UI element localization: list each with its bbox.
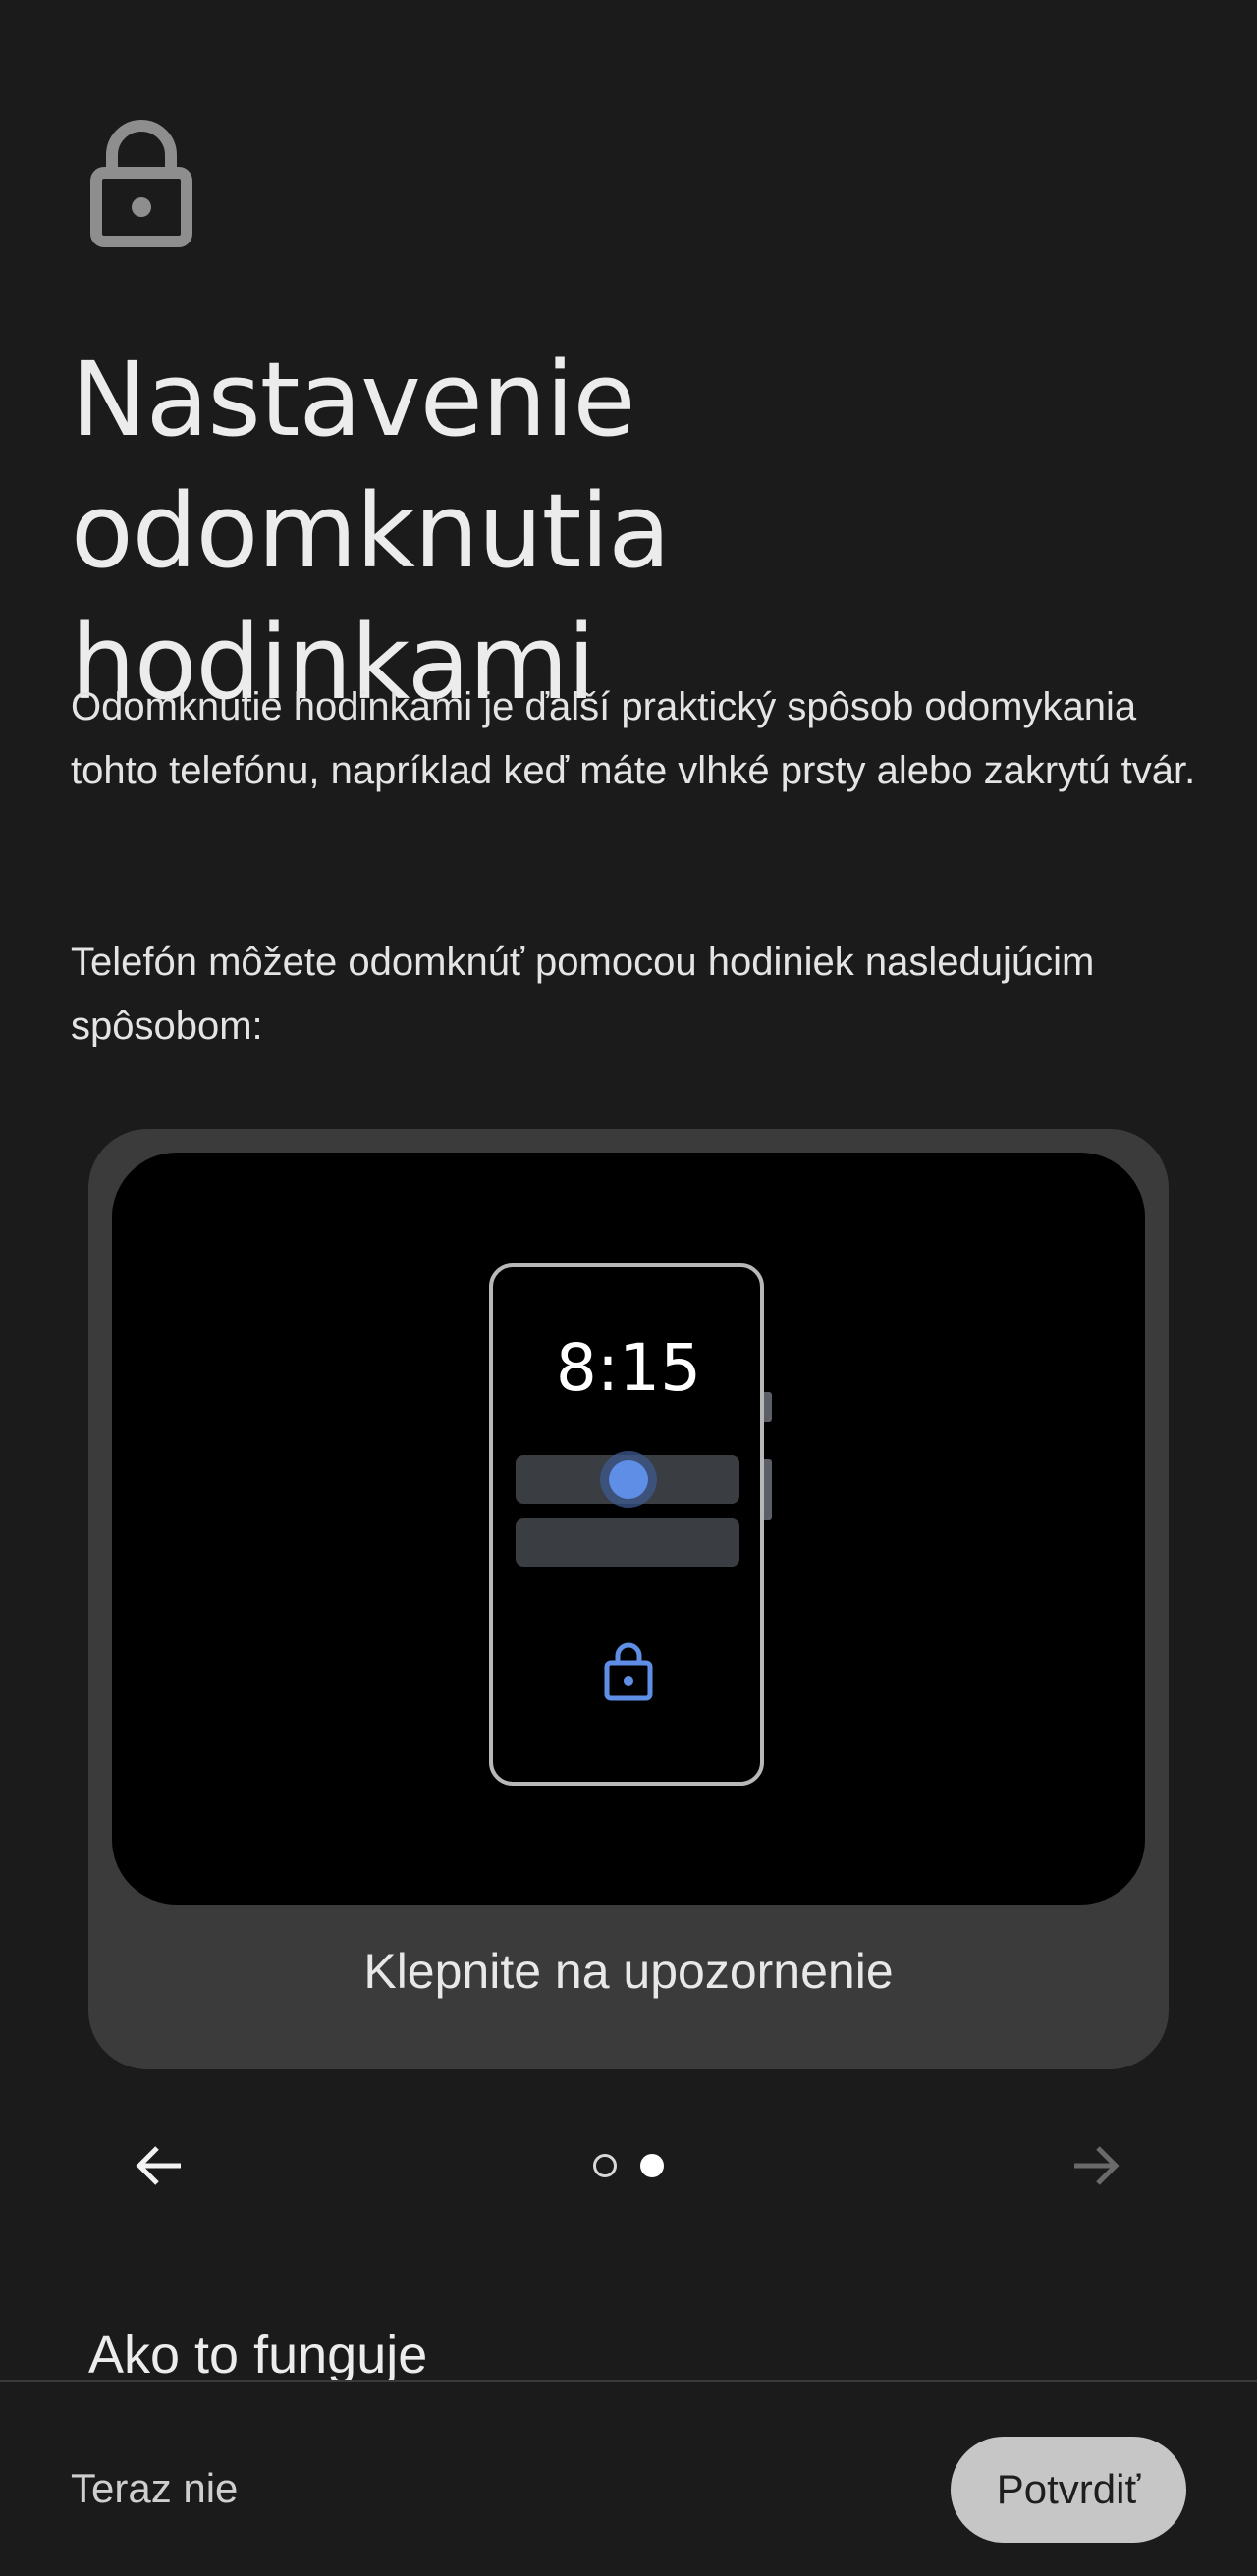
page-title: Nastavenie odomknutia hodinkami bbox=[71, 334, 1190, 728]
instructions-paragraph: Telefón môžete odomknúť pomocou hodiniek… bbox=[71, 940, 1095, 1047]
arrow-right-icon[interactable] bbox=[1068, 2138, 1123, 2193]
notification-bar bbox=[516, 1518, 739, 1567]
confirm-button[interactable]: Potvrdiť bbox=[951, 2437, 1186, 2543]
page-dot-1[interactable] bbox=[593, 2154, 617, 2177]
phone-clock: 8:15 bbox=[556, 1330, 701, 1406]
title-line-1: Nastavenie bbox=[71, 340, 636, 459]
illustration-caption: Klepnite na upozornenie bbox=[363, 1944, 894, 1999]
illustration-screen: 8:15 bbox=[112, 1153, 1145, 1905]
skip-button[interactable]: Teraz nie bbox=[71, 2464, 238, 2513]
page-dot-2[interactable] bbox=[640, 2154, 664, 2177]
arrow-left-icon[interactable] bbox=[132, 2138, 187, 2193]
lock-icon bbox=[90, 120, 192, 247]
phone-illustration: 8:15 bbox=[489, 1263, 772, 1786]
tap-indicator bbox=[609, 1460, 648, 1499]
carousel-pager bbox=[0, 2130, 1257, 2199]
illustration-card: 8:15 Klepnite na upozornenie bbox=[88, 1129, 1169, 2069]
description-paragraph: Odomknutie hodinkami je ďalší praktický … bbox=[71, 685, 1196, 792]
footer-bar: Teraz nie Potvrdiť bbox=[0, 2380, 1257, 2576]
